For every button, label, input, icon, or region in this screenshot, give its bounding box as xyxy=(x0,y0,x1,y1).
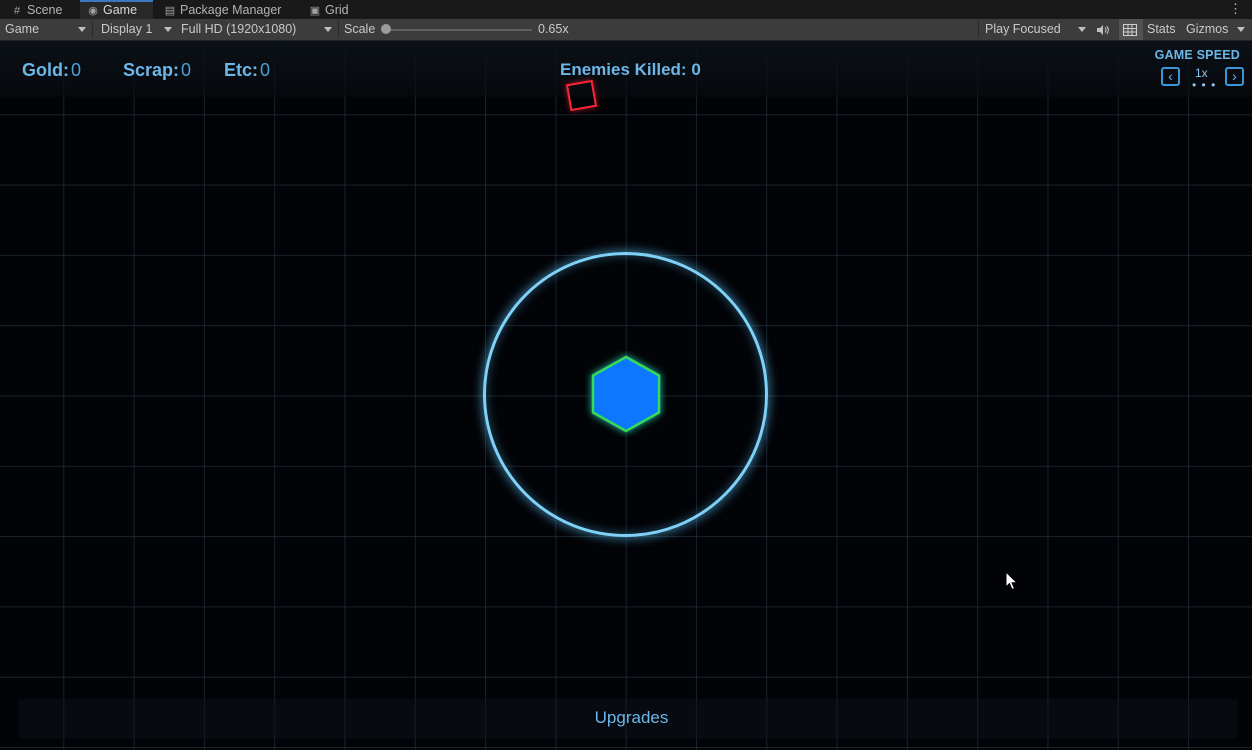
tab-grid-label: Grid xyxy=(325,3,349,17)
view-select-value: Game xyxy=(5,22,40,36)
more-options-icon[interactable]: ⋮ xyxy=(1229,0,1242,18)
scrap-value: 0 xyxy=(181,60,192,80)
editor-tab-bar: # Scene ◉ Game ▤ Package Manager ▣ Grid ⋮ xyxy=(0,0,1252,20)
divider xyxy=(92,21,93,38)
play-mode-select[interactable]: Play Focused xyxy=(980,19,1090,40)
grid-display-icon xyxy=(1123,24,1137,36)
game-view-toolbar: Game Display 1 Full HD (1920x1080) Scale… xyxy=(0,19,1252,41)
scale-value: 0.65x xyxy=(538,22,569,36)
enemies-killed-counter: Enemies Killed: 0 xyxy=(560,60,701,79)
tab-game[interactable]: ◉ Game xyxy=(80,0,153,19)
chevron-down-icon xyxy=(78,27,86,32)
gamepad-icon: ◉ xyxy=(88,5,98,17)
tab-grid[interactable]: ▣ Grid xyxy=(302,0,362,19)
chevron-down-icon xyxy=(324,27,332,32)
view-select[interactable]: Game xyxy=(0,19,92,40)
core-hexagon[interactable] xyxy=(585,351,667,437)
divider xyxy=(978,21,979,38)
tab-game-label: Game xyxy=(103,3,138,17)
gizmos-label: Gizmos xyxy=(1186,22,1229,36)
display-select[interactable]: Display 1 xyxy=(96,19,176,40)
chevron-down-icon xyxy=(1078,27,1086,32)
tab-scene-label: Scene xyxy=(27,3,63,17)
hash-icon: # xyxy=(13,5,21,17)
game-speed-dots: • • • xyxy=(1192,78,1217,92)
resolution-select[interactable]: Full HD (1920x1080) xyxy=(176,19,338,40)
game-viewport[interactable]: Gold: 0 Scrap: 0 Etc: 0 Enemies Killed: 0 G… xyxy=(0,41,1252,750)
gizmos-menu[interactable]: Gizmos xyxy=(1181,19,1252,40)
stats-toggle-button[interactable] xyxy=(1119,19,1143,40)
game-speed-title: GAME SPEED xyxy=(1154,48,1240,62)
decrease-speed-button[interactable]: ‹ xyxy=(1161,67,1180,86)
gold-value: 0 xyxy=(71,60,82,80)
scrap-label: Scrap: xyxy=(123,60,180,80)
mute-audio-button[interactable] xyxy=(1092,19,1116,40)
etc-value: 0 xyxy=(260,60,271,80)
etc-label: Etc: xyxy=(224,60,259,80)
increase-speed-button[interactable]: › xyxy=(1225,67,1244,86)
grid-tool-icon: ▣ xyxy=(309,5,321,17)
package-icon: ▤ xyxy=(164,5,176,17)
resolution-select-value: Full HD (1920x1080) xyxy=(181,22,297,36)
chevron-down-icon xyxy=(1237,27,1245,32)
scrap-counter: Scrap: 0 xyxy=(123,60,191,81)
tab-scene[interactable]: # Scene xyxy=(4,0,80,19)
etc-counter: Etc: 0 xyxy=(224,60,270,81)
enemy-square xyxy=(565,79,598,112)
scale-slider-track[interactable] xyxy=(385,29,532,31)
scale-label: Scale xyxy=(344,22,376,36)
scale-slider-handle[interactable] xyxy=(381,24,391,34)
speaker-icon xyxy=(1097,25,1109,35)
gold-counter: Gold: 0 xyxy=(22,60,81,81)
tab-package-manager-label: Package Manager xyxy=(180,3,282,17)
play-mode-select-value: Play Focused xyxy=(985,22,1061,36)
mouse-cursor-icon xyxy=(1005,571,1019,591)
chevron-down-icon xyxy=(164,27,172,32)
tab-package-manager[interactable]: ▤ Package Manager xyxy=(157,0,299,19)
upgrades-button[interactable]: Upgrades xyxy=(0,708,1252,728)
display-select-value: Display 1 xyxy=(101,22,153,36)
gold-label: Gold: xyxy=(22,60,69,80)
stats-button[interactable]: Stats xyxy=(1142,19,1182,40)
